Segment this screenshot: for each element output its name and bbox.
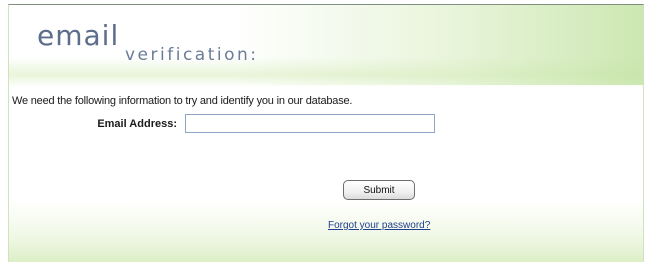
submit-button[interactable]: Submit	[343, 180, 415, 200]
page-subtitle: verification:	[125, 45, 259, 65]
forgot-password-link[interactable]: Forgot your password?	[328, 220, 430, 231]
email-verification-panel: email verification:	[8, 4, 644, 262]
email-field[interactable]	[185, 114, 435, 133]
intro-text: We need the following information to try…	[12, 95, 353, 107]
page-title: email	[37, 19, 120, 52]
email-label: Email Address:	[97, 118, 177, 130]
